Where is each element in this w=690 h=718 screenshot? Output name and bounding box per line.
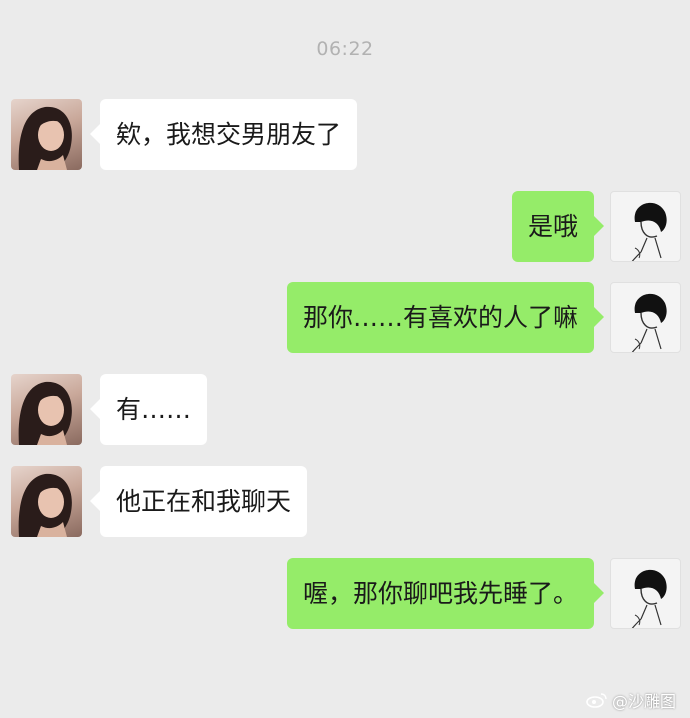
girl-avatar-icon [18,381,72,445]
message-bubble[interactable]: 他正在和我聊天 [89,466,308,537]
weibo-icon [586,693,607,708]
watermark: @沙雕图 [586,688,676,712]
girl-avatar-icon [18,106,72,170]
user-avatar[interactable] [610,191,681,262]
watermark-text: @沙雕图 [611,692,676,711]
girl-avatar-icon [18,473,72,537]
chat-window: 06:22 欸，我想交男朋友了 是哦 那你……有喜欢的人了嘛 有…… 他正在和我… [0,0,690,718]
contact-avatar[interactable] [11,99,82,170]
contact-avatar[interactable] [11,466,82,537]
user-avatar[interactable] [610,558,681,629]
boy-avatar-icon [631,569,667,628]
message-bubble[interactable]: 有…… [89,374,208,445]
message-bubble[interactable]: 那你……有喜欢的人了嘛 [286,282,605,353]
message-bubble[interactable]: 是哦 [511,191,605,262]
message-bubble[interactable]: 喔，那你聊吧我先睡了。 [286,558,605,629]
boy-avatar-icon [631,293,667,352]
boy-avatar-icon [631,202,667,261]
user-avatar[interactable] [610,282,681,353]
contact-avatar[interactable] [11,374,82,445]
message-bubble[interactable]: 欸，我想交男朋友了 [89,99,358,170]
message-timestamp: 06:22 [316,38,374,60]
